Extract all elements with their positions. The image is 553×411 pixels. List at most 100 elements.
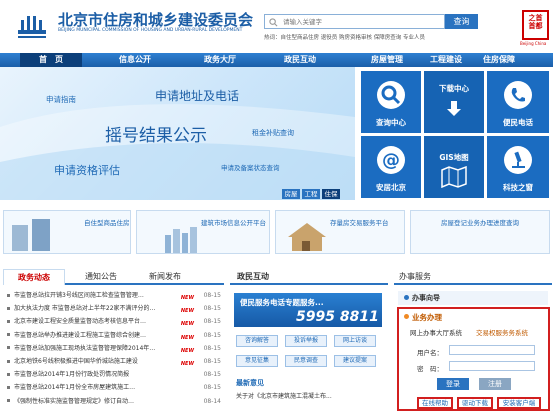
news-item[interactable]: 市监督总站举办推进建设工程施工监督综合创建… 08-15 NEW [3,330,221,342]
news-date: 08-15 [203,318,221,326]
news-item[interactable]: 北京地铁6号线积极推进中国华侨城站施工建设 08-15 NEW [3,356,221,368]
username-field[interactable] [449,345,535,355]
banner-tab-housing[interactable]: 房屋 [282,189,300,199]
tile-tech[interactable]: 科技之窗 [487,136,549,198]
nav-info[interactable]: 信息公开 [98,53,172,67]
strip-label: 建筑市场信息公开平台 [201,219,266,227]
bullet-icon [7,293,10,297]
help-link[interactable]: 在线帮助 [417,397,453,409]
banner-apply-address[interactable]: 申请地址及电话 [155,87,239,104]
strip-label: 房屋登记业务办理进度查询 [441,219,519,227]
bullet-icon [7,333,10,337]
news-item[interactable]: 市监督总站拉开铺3号线区间施工检查监督管理… 08-15 NEW [3,290,221,302]
bullet-icon [7,399,10,403]
news-title: 《强制性标准实施监督管理规定》修订自动… [14,397,135,405]
latest-item[interactable]: 关于对《北京市建筑施工混凝土布... [236,391,386,400]
tile-download[interactable]: 下载中心 [424,71,484,133]
tile-anju[interactable]: @ 安居北京 [361,136,421,198]
news-title: 北京地铁6号线积极推进中国华侨城站施工建设 [14,358,138,365]
nav-interaction[interactable]: 政民互动 [263,53,337,67]
banner-apply-guide[interactable]: 申请指南 [46,94,76,105]
hot-words-list[interactable]: 自住型商品住房 退役员 购房资格审核 保障房查询 专业人员 [281,35,426,41]
survey-button[interactable]: 民意调查 [285,355,327,367]
tile-label: 安居北京 [376,183,406,192]
new-badge-icon: NEW [180,347,194,354]
news-title: 市监督总站2014年1月份行政处罚情况简报 [14,371,130,379]
bullet-icon [404,295,409,300]
nav-security[interactable]: 住房保障 [462,53,536,67]
interaction-title[interactable]: 政民互动 [230,269,276,285]
strip-label: 自住型商品住房 [84,219,130,227]
driver-download-link[interactable]: 驱动下载 [457,397,493,409]
strip-market[interactable]: 建筑市场信息公开平台 [136,210,270,254]
news-date: 08-15 [203,384,221,392]
service-head: 办事服务 [394,269,552,285]
install-client-link[interactable]: 安装客户端 [497,397,541,409]
house-image [288,223,326,251]
complaint-button[interactable]: 投诉举报 [285,335,327,347]
username-label: 用户名： [417,349,443,357]
search-button[interactable]: 查询 [445,14,478,29]
housing-image [12,219,50,251]
hotline-banner[interactable]: 便民服务电话专题服务... 5995 8811 [234,293,382,327]
bullet-icon [7,319,10,323]
tab-press[interactable]: 新闻发布 [139,269,191,285]
news-section: 政务动态 通知公告 新闻发布 市监督总站拉开铺3号线区间施工检查监督管理… 08-… [3,269,224,410]
interview-button[interactable]: 网上访谈 [334,335,376,347]
guide-label: 办事向导 [412,294,440,302]
news-item[interactable]: 市监督总站2014年1月份行政处罚情况简报 08-15 [3,369,221,381]
banner-record-status[interactable]: 申请及备案状态查询 [221,162,280,172]
bullet-icon [7,346,10,350]
consult-button[interactable]: 咨询解答 [236,335,278,347]
nav-hall[interactable]: 政务大厅 [183,53,257,67]
map-icon [441,166,467,188]
news-title: 市监督总站2014年1月份全市房屋建筑施工… [14,384,136,392]
password-label: 密 码： [417,365,443,373]
business-panel: 业务办理 网上办事大厅系统 交易权服务务系统 用户名： 密 码： 登录 注册 在… [397,307,550,411]
news-item[interactable]: 《强制性标准实施监督管理规定》修订自动… 08-14 [3,396,221,408]
quick-tiles: 查询中心 下载中心 便民电话 @ 安居北京 GIS地图 科技之窗 [357,67,553,200]
nav-home[interactable]: 首 页 [20,53,82,67]
register-button[interactable]: 注册 [479,378,511,390]
banner-qualification[interactable]: 申请资格评估 [54,162,120,178]
news-title: 市监督总站举办推进建设工程施工监督综合创建… [14,331,147,339]
guide-row[interactable]: 办事向导 [398,291,548,305]
news-item[interactable]: 北京市建设工程安全质量监督动态考核信息平台… 08-15 NEW [3,316,221,328]
tile-phone[interactable]: 便民电话 [487,71,549,133]
tile-label: 科技之窗 [503,183,533,192]
search-icon [377,81,405,109]
banner-rent-subsidy[interactable]: 租金补贴查询 [252,128,294,138]
banner[interactable]: 申请指南 申请地址及电话 摇号结果公示 租金补贴查询 申请资格评估 申请及备案状… [0,67,355,200]
news-date: 08-15 [203,344,221,352]
logo-icon[interactable] [14,8,50,44]
opinion-button[interactable]: 意见征集 [236,355,278,367]
search-input[interactable] [264,14,445,29]
interaction-section: 政民互动 便民服务电话专题服务... 5995 8811 咨询解答 投诉举报 网… [230,269,388,410]
login-button[interactable]: 登录 [437,378,469,390]
main-nav: 首 页 信息公开 政务大厅 政民互动 房屋管理 工程建设 住房保障 [0,53,553,67]
interaction-head: 政民互动 [230,269,388,285]
svg-text:@: @ [382,150,400,171]
strip-exchange[interactable]: 存量房交易服务平台 [275,210,405,254]
proposal-button[interactable]: 建议提案 [334,355,376,367]
banner-tab-security[interactable]: 住保 [322,189,340,199]
news-item[interactable]: 市监督总站加强施工现场执法监督管理保障2014年… 08-15 NEW [3,343,221,355]
news-item[interactable]: 市监督总站2014年1月份全市房屋建筑施工… 08-15 [3,382,221,394]
password-field[interactable] [449,361,535,371]
strip-registration[interactable]: 房屋登记业务办理进度查询 [410,210,550,254]
banner-lottery[interactable]: 摇号结果公示 [105,121,207,146]
tile-gis[interactable]: GIS地图 [424,136,484,198]
banner-tab-engineering[interactable]: 工程 [302,189,320,199]
bullet-icon [404,314,409,319]
service-title: 办事服务 [399,272,431,281]
strip-self-housing[interactable]: 自住型商品住房 [3,210,131,254]
hot-label: 热词： [264,35,281,41]
site-title: 北京市住房和城乡建设委员会 [58,11,254,29]
system-link[interactable]: 交易权服务务系统 [476,327,528,337]
news-title: 市监督总站加强施工现场执法监督管理保障2014年… [14,344,156,352]
tab-notices[interactable]: 通知公告 [75,269,127,285]
news-item[interactable]: 加大执法力度 市监督总站对上半年22家不满评分的… 08-15 NEW [3,303,221,315]
microscope-icon [504,146,532,174]
tile-query[interactable]: 查询中心 [361,71,421,133]
tab-gov-news[interactable]: 政务动态 [3,269,65,285]
